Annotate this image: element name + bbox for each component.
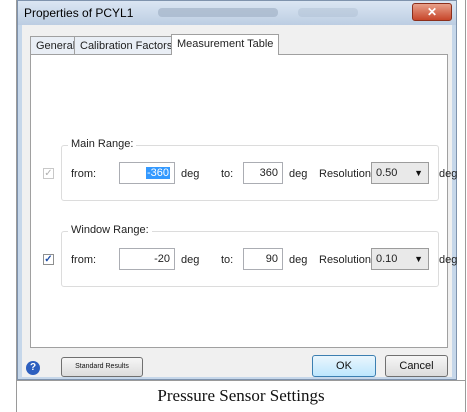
window-range-from-input[interactable]: -20 [119, 248, 175, 270]
measurement-table-panel: Main Range: ✓ from: -360 deg to: 360 deg… [30, 54, 457, 348]
tab-calibration-factors[interactable]: Calibration Factors [74, 36, 179, 54]
main-range-from-label: from: [71, 168, 97, 180]
close-button[interactable]: ✕ [412, 3, 452, 21]
chevron-down-icon: ▼ [414, 168, 423, 178]
tab-measurement-table[interactable]: Measurement Table [171, 34, 280, 55]
table-border-bottom [16, 380, 466, 381]
main-range-title: Main Range: [68, 138, 137, 150]
main-range-resolution-label: Resolution: [319, 168, 375, 180]
window-range-checkbox[interactable]: ✓ [43, 254, 54, 265]
window-range-from-unit: deg [181, 254, 200, 266]
window-range-resolution-label: Resolution: [319, 254, 375, 266]
figure-caption: Pressure Sensor Settings [157, 386, 325, 405]
main-range-from-value: -360 [145, 167, 170, 179]
window-range-resolution-select[interactable]: 0.10 ▼ [371, 248, 429, 270]
chevron-down-icon: ▼ [414, 254, 423, 264]
main-range-from-input[interactable]: -360 [119, 162, 175, 184]
window-title: Properties of PCYL1 [24, 6, 134, 20]
properties-dialog: Properties of PCYL1 ✕ General Calibratio… [17, 0, 457, 380]
window-range-resolution-unit: deg [439, 254, 458, 266]
blurred-title-text [158, 8, 278, 17]
main-range-resolution-unit: deg [439, 168, 458, 180]
main-range-resolution-select[interactable]: 0.50 ▼ [371, 162, 429, 184]
main-range-to-unit: deg [289, 168, 308, 180]
blurred-title-text [298, 8, 358, 17]
main-range-to-input[interactable]: 360 [243, 162, 283, 184]
main-range-checkbox[interactable]: ✓ [43, 168, 54, 179]
window-range-to-input[interactable]: 90 [243, 248, 283, 270]
main-range-resolution-value: 0.50 [376, 167, 398, 179]
window-range-to-label: to: [221, 254, 234, 266]
window-range-title: Window Range: [68, 224, 152, 236]
standard-results-button[interactable]: Standard Results [61, 357, 143, 377]
title-bar[interactable]: Properties of PCYL1 ✕ [18, 1, 456, 25]
window-range-to-unit: deg [289, 254, 308, 266]
main-range-from-unit: deg [181, 168, 200, 180]
help-icon[interactable]: ? [26, 361, 40, 375]
main-range-to-label: to: [221, 168, 234, 180]
window-range-from-label: from: [71, 254, 97, 266]
dialog-client-area: General Calibration Factors Measurement … [22, 25, 457, 377]
table-border-right [465, 0, 466, 412]
window-range-resolution-value: 0.10 [376, 253, 398, 265]
ok-button[interactable]: OK [312, 355, 376, 377]
cancel-button[interactable]: Cancel [385, 355, 448, 377]
